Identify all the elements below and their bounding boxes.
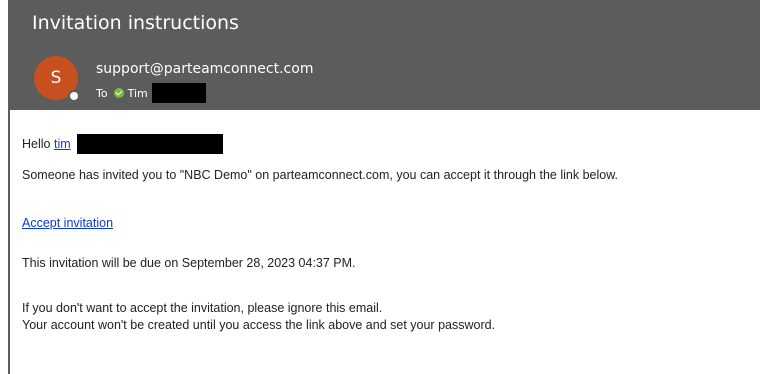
email-subject: Invitation instructions: [32, 12, 239, 34]
ignore-instructions-text: If you don't want to accept the invitati…: [22, 301, 383, 315]
body-left-border: [8, 110, 10, 374]
greeting-text: Hello: [22, 137, 51, 151]
recipient-row: To Tim: [96, 82, 206, 104]
due-date-text: This invitation will be due on September…: [22, 256, 356, 270]
email-header: Invitation instructions S support@partea…: [8, 0, 760, 110]
check-circle-icon: [113, 88, 124, 98]
sender-address[interactable]: support@parteamconnect.com: [96, 61, 313, 77]
redacted-block: [76, 134, 223, 154]
to-label: To: [96, 86, 108, 100]
intro-text: Someone has invited you to "NBC Demo" on…: [22, 168, 619, 182]
greeting-name-link[interactable]: tim: [54, 137, 71, 151]
presence-status-icon: [68, 90, 80, 102]
accept-invitation-link[interactable]: Accept invitation: [22, 216, 113, 230]
recipient-name[interactable]: Tim: [128, 87, 148, 100]
redacted-block: [151, 83, 206, 103]
greeting-line: Hello tim: [22, 134, 223, 154]
account-note-text: Your account won't be created until you …: [22, 318, 496, 332]
avatar-initial: S: [50, 68, 62, 88]
